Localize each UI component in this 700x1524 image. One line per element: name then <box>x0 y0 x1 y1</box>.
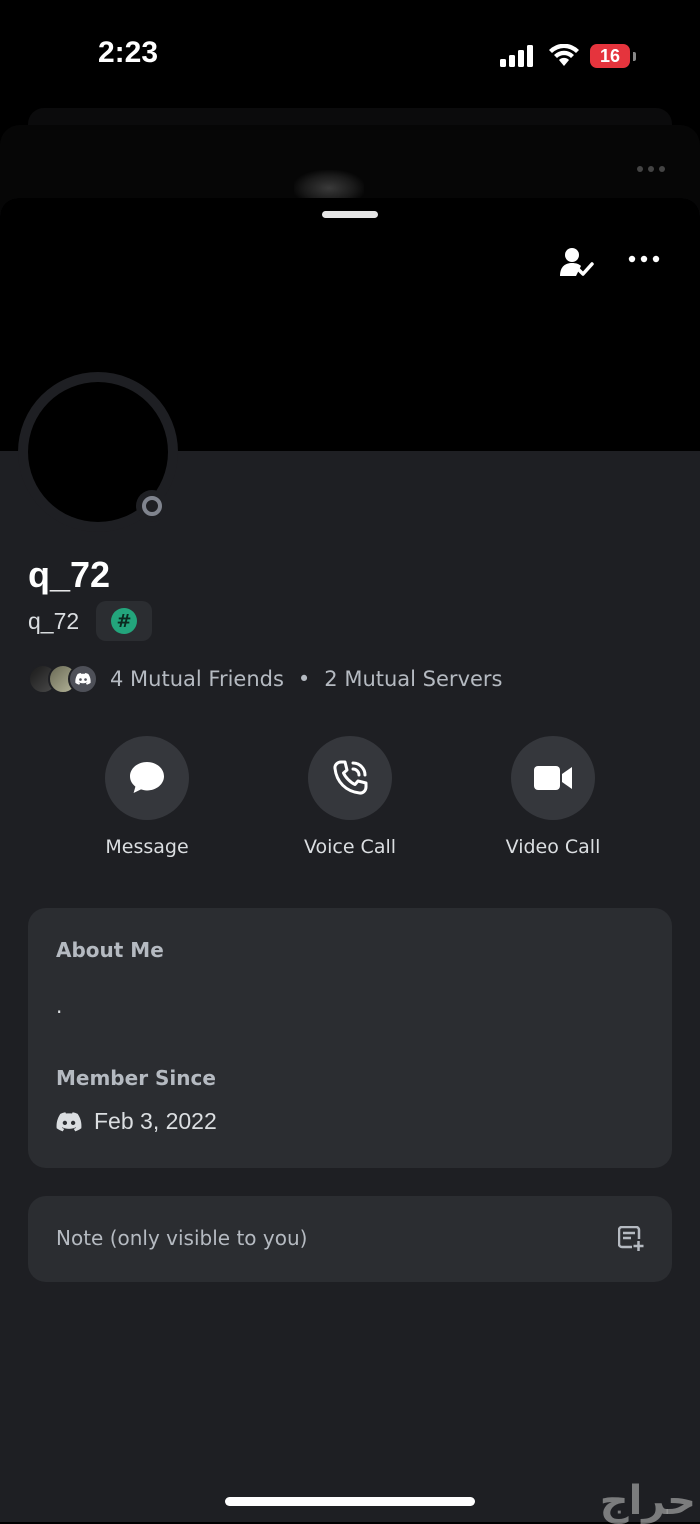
profile-badge[interactable]: # <box>96 601 152 641</box>
mutual-friends-link[interactable]: 4 Mutual Friends <box>110 667 284 691</box>
note-field[interactable]: Note (only visible to you) <box>28 1196 672 1282</box>
about-card: About Me . Member Since Feb 3, 2022 <box>28 908 672 1168</box>
member-since-row: Feb 3, 2022 <box>56 1108 217 1135</box>
ellipsis-icon[interactable] <box>628 254 660 264</box>
mutual-friend-avatar <box>68 664 98 694</box>
display-name: q_72 <box>28 554 111 595</box>
profile-sheet: q_72 q_72 # 4 Mutual Friends • 2 Mutual … <box>0 198 700 1522</box>
member-since-heading: Member Since <box>56 1066 216 1090</box>
battery-indicator: 16 <box>590 44 636 68</box>
mutuals-row[interactable]: 4 Mutual Friends • 2 Mutual Servers <box>28 664 503 694</box>
phone-icon <box>333 760 368 795</box>
background-more-icon <box>637 166 665 172</box>
note-placeholder[interactable]: Note (only visible to you) <box>56 1226 307 1250</box>
video-call-button-circle[interactable] <box>511 736 595 820</box>
add-note-icon[interactable] <box>618 1226 646 1252</box>
video-call-button[interactable]: Video Call <box>468 736 638 858</box>
discord-logo-icon <box>75 673 91 685</box>
watermark-logo: حراج <box>599 1478 696 1524</box>
voice-call-button-circle[interactable] <box>308 736 392 820</box>
offline-status-icon <box>136 490 168 522</box>
about-me-heading: About Me <box>56 938 164 962</box>
video-camera-icon <box>534 766 572 790</box>
action-buttons: Message Voice Call Video Call <box>0 736 700 866</box>
about-me-text: . <box>56 994 63 1018</box>
hashtag-badge-icon: # <box>111 608 137 634</box>
voice-call-button[interactable]: Voice Call <box>265 736 435 858</box>
cellular-signal-icon <box>500 45 533 67</box>
username[interactable]: q_72 <box>28 608 79 635</box>
drag-handle[interactable] <box>322 211 378 218</box>
message-button-circle[interactable] <box>105 736 189 820</box>
mutual-servers-link[interactable]: 2 Mutual Servers <box>324 667 502 691</box>
message-label: Message <box>105 836 189 858</box>
voice-call-label: Voice Call <box>303 836 397 858</box>
member-since-date: Feb 3, 2022 <box>94 1108 217 1134</box>
video-call-label: Video Call <box>505 836 601 858</box>
wifi-icon <box>549 44 579 66</box>
message-button[interactable]: Message <box>62 736 232 858</box>
status-time: 2:23 <box>98 36 159 69</box>
person-check-icon[interactable] <box>558 246 594 278</box>
chat-bubble-icon <box>130 762 164 793</box>
mutual-separator: • <box>297 667 311 691</box>
home-indicator[interactable] <box>225 1497 475 1506</box>
discord-logo-icon <box>56 1111 82 1131</box>
status-bar: 2:23 16 <box>0 0 700 108</box>
